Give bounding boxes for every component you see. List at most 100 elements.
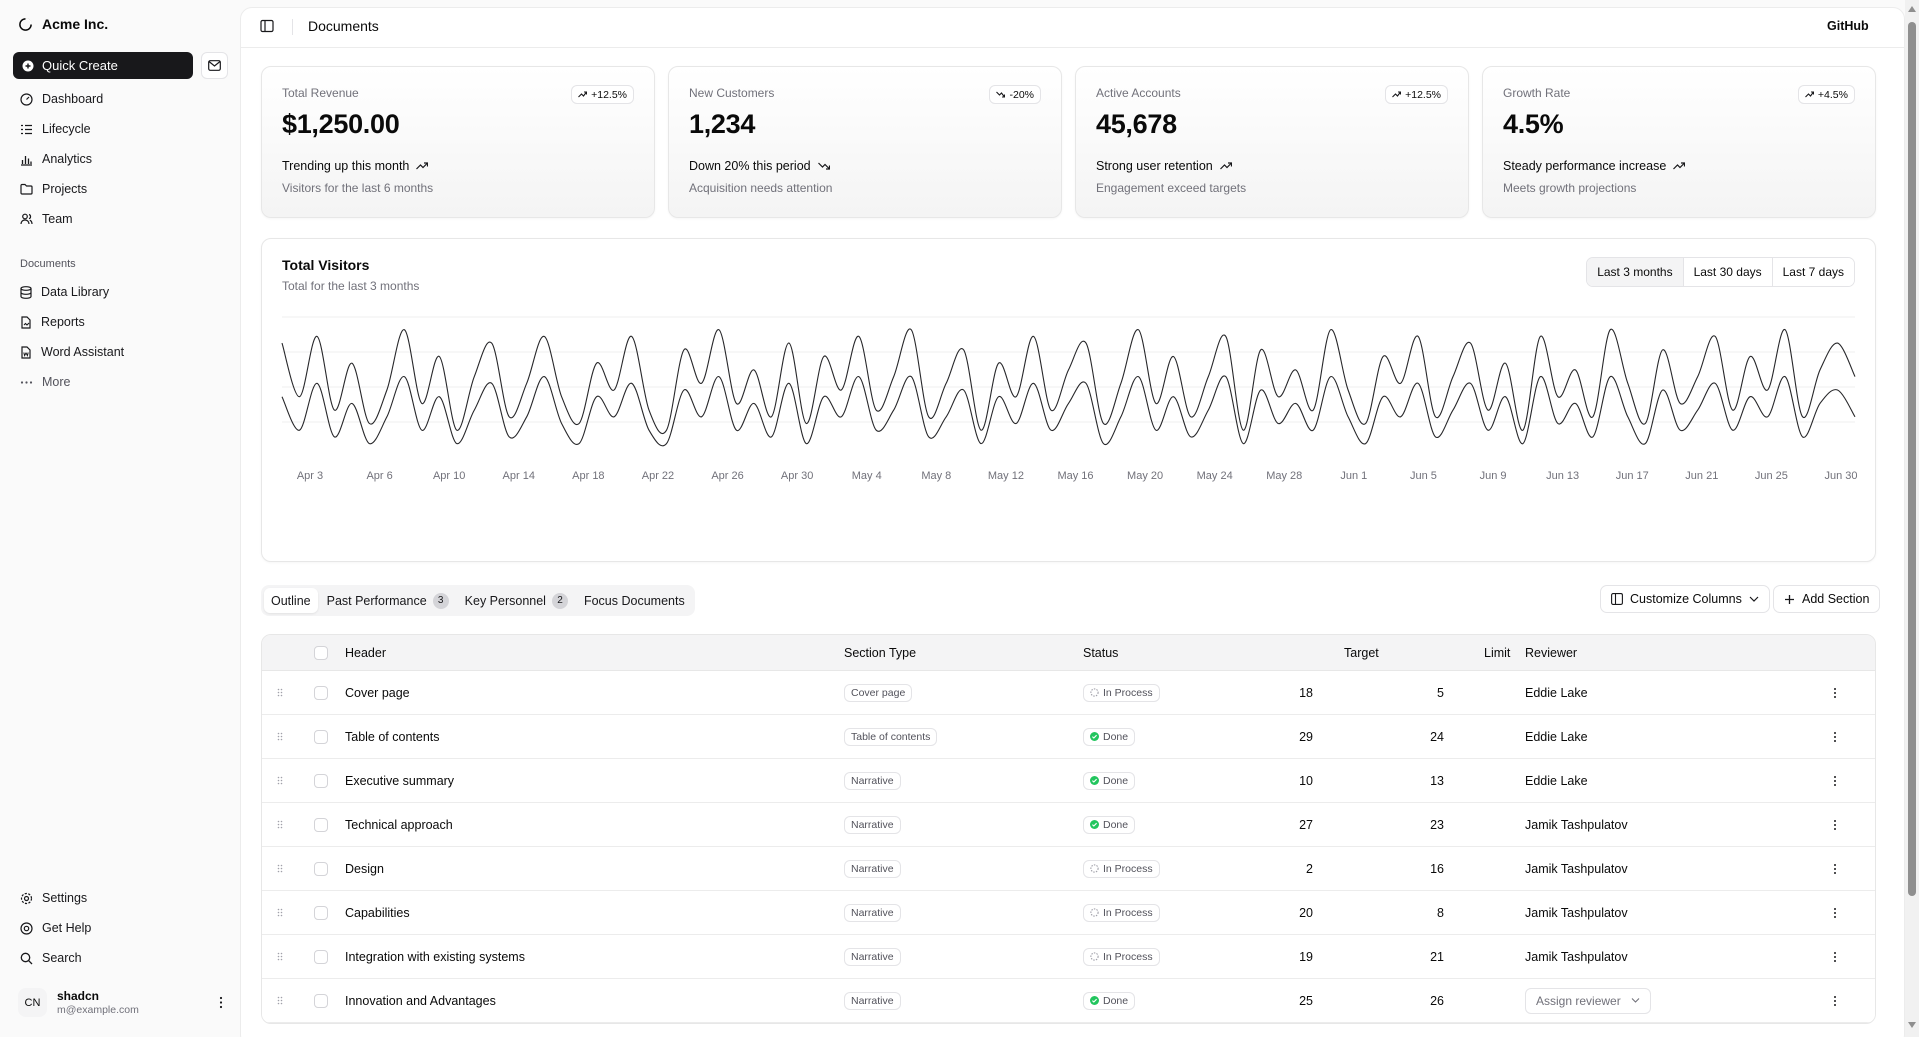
table-row[interactable]: Design Narrative In Process 2 16 Jamik Tashpu…: [262, 847, 1875, 891]
customize-columns-button[interactable]: Customize Columns: [1600, 585, 1770, 613]
range-last-3-months-button[interactable]: Last 3 months: [1587, 258, 1683, 286]
scroll-up-arrow-icon[interactable]: [1908, 6, 1916, 12]
drag-handle-icon[interactable]: [277, 847, 283, 890]
row-header-link[interactable]: Cover page: [345, 671, 410, 714]
github-link[interactable]: GitHub: [1827, 19, 1869, 33]
sidebar-item-word-assistant[interactable]: Word Assistant: [20, 342, 124, 362]
sidebar-item-data-library[interactable]: Data Library: [20, 282, 109, 302]
drag-handle-icon[interactable]: [277, 671, 283, 714]
target-value[interactable]: 18: [1262, 671, 1313, 714]
target-value[interactable]: 29: [1262, 715, 1313, 758]
row-header-link[interactable]: Innovation and Advantages: [345, 979, 496, 1022]
tab-focus-documents[interactable]: Focus Documents: [577, 588, 692, 613]
brand[interactable]: Acme Inc.: [18, 16, 108, 32]
sidebar-item-settings[interactable]: Settings: [20, 888, 87, 908]
row-checkbox[interactable]: [314, 715, 328, 758]
page-scrollbar[interactable]: [1905, 0, 1919, 1037]
sidebar-item-dashboard[interactable]: Dashboard: [20, 89, 103, 109]
row-checkbox[interactable]: [314, 671, 328, 714]
dots-vertical-icon[interactable]: [219, 996, 223, 1009]
drag-handle-icon[interactable]: [277, 715, 283, 758]
row-checkbox[interactable]: [314, 935, 328, 978]
target-value[interactable]: 20: [1262, 891, 1313, 934]
sidebar-item-reports[interactable]: Reports: [20, 312, 85, 332]
brand-name: Acme Inc.: [42, 16, 109, 32]
plus-circle-icon: [22, 60, 34, 72]
quick-create-button[interactable]: Quick Create: [13, 52, 193, 79]
range-last-7-days-button[interactable]: Last 7 days: [1771, 258, 1854, 286]
row-header-link[interactable]: Executive summary: [345, 759, 454, 802]
kpi-card-total-revenue: Total Revenue +12.5% $1,250.00 Trending …: [261, 66, 655, 218]
row-header-link[interactable]: Technical approach: [345, 803, 453, 846]
range-last-30-days-button[interactable]: Last 30 days: [1682, 258, 1772, 286]
row-checkbox[interactable]: [314, 891, 328, 934]
limit-value[interactable]: 13: [1392, 759, 1444, 802]
drag-handle-icon[interactable]: [277, 891, 283, 934]
target-value[interactable]: 25: [1262, 979, 1313, 1022]
limit-value[interactable]: 21: [1392, 935, 1444, 978]
limit-value[interactable]: 24: [1392, 715, 1444, 758]
target-value[interactable]: 27: [1262, 803, 1313, 846]
drag-handle-icon[interactable]: [277, 803, 283, 846]
limit-value[interactable]: 26: [1392, 979, 1444, 1022]
trend-text: Strong user retention: [1096, 159, 1213, 173]
user-menu-trigger[interactable]: CN shadcn m@example.com: [18, 988, 223, 1017]
section-type-badge: Table of contents: [844, 715, 938, 758]
table-row[interactable]: Integration with existing systems Narrati…: [262, 935, 1875, 979]
drag-handle-icon[interactable]: [277, 759, 283, 802]
target-value[interactable]: 2: [1262, 847, 1313, 890]
chart-bar-icon: [20, 153, 33, 166]
drag-handle-icon[interactable]: [277, 935, 283, 978]
tab-key-personnel[interactable]: Key Personnel 2: [458, 588, 575, 613]
table-row[interactable]: Cover page Cover page In Process 18 5 Eddie L…: [262, 671, 1875, 715]
target-value[interactable]: 19: [1262, 935, 1313, 978]
row-actions-dots-vertical-icon[interactable]: [1833, 847, 1837, 890]
row-header-link[interactable]: Integration with existing systems: [345, 935, 525, 978]
sidebar-toggle-icon[interactable]: [260, 19, 274, 33]
dashboard-icon: [20, 92, 33, 106]
row-actions-dots-vertical-icon[interactable]: [1833, 759, 1837, 802]
table-row[interactable]: Technical approach Narrative Done 27 23 Jamik…: [262, 803, 1875, 847]
sidebar-item-analytics[interactable]: Analytics: [20, 149, 92, 169]
row-checkbox[interactable]: [314, 803, 328, 846]
table-row[interactable]: Innovation and Advantages Narrative Done 25…: [262, 979, 1875, 1023]
row-actions-dots-vertical-icon[interactable]: [1833, 935, 1837, 978]
limit-value[interactable]: 5: [1392, 671, 1444, 714]
limit-value[interactable]: 8: [1392, 891, 1444, 934]
tab-outline[interactable]: Outline: [264, 588, 318, 613]
inbox-button[interactable]: [201, 52, 228, 79]
table-row[interactable]: Capabilities Narrative In Process 20 8 Jamik …: [262, 891, 1875, 935]
row-actions-dots-vertical-icon[interactable]: [1833, 891, 1837, 934]
limit-value[interactable]: 16: [1392, 847, 1444, 890]
table-row[interactable]: Table of contents Table of contents Done 29…: [262, 715, 1875, 759]
reviewer-name: Jamik Tashpulatov: [1525, 817, 1628, 832]
sidebar-item-projects[interactable]: Projects: [20, 179, 87, 199]
sidebar-item-search[interactable]: Search: [20, 948, 82, 968]
add-section-button[interactable]: Add Section: [1773, 585, 1881, 613]
table-row[interactable]: Executive summary Narrative Done 10 13 Eddie …: [262, 759, 1875, 803]
limit-value[interactable]: 23: [1392, 803, 1444, 846]
tab-past-performance[interactable]: Past Performance 3: [320, 588, 456, 613]
sidebar-item-more[interactable]: More: [20, 372, 70, 392]
row-header-link[interactable]: Design: [345, 847, 384, 890]
row-checkbox[interactable]: [314, 979, 328, 1022]
scrollbar-thumb[interactable]: [1908, 22, 1916, 896]
row-actions-dots-vertical-icon[interactable]: [1833, 803, 1837, 846]
target-value[interactable]: 10: [1262, 759, 1313, 802]
row-header-link[interactable]: Capabilities: [345, 891, 410, 934]
x-tick-label: Apr 30: [781, 470, 813, 482]
sidebar-item-team[interactable]: Team: [20, 209, 73, 229]
sidebar-item-lifecycle[interactable]: Lifecycle: [20, 119, 91, 139]
row-checkbox[interactable]: [314, 759, 328, 802]
row-actions-dots-vertical-icon[interactable]: [1833, 715, 1837, 758]
row-actions-dots-vertical-icon[interactable]: [1833, 979, 1837, 1022]
row-actions-dots-vertical-icon[interactable]: [1833, 671, 1837, 714]
sidebar-item-get-help[interactable]: Get Help: [20, 918, 91, 938]
drag-handle-icon[interactable]: [277, 979, 283, 1022]
row-checkbox[interactable]: [314, 847, 328, 890]
status-icon: [1090, 820, 1099, 829]
row-header-link[interactable]: Table of contents: [345, 715, 440, 758]
scroll-down-arrow-icon[interactable]: [1908, 1022, 1916, 1028]
select-all-checkbox[interactable]: [314, 635, 328, 670]
assign-reviewer-select[interactable]: Assign reviewer: [1525, 979, 1651, 1022]
